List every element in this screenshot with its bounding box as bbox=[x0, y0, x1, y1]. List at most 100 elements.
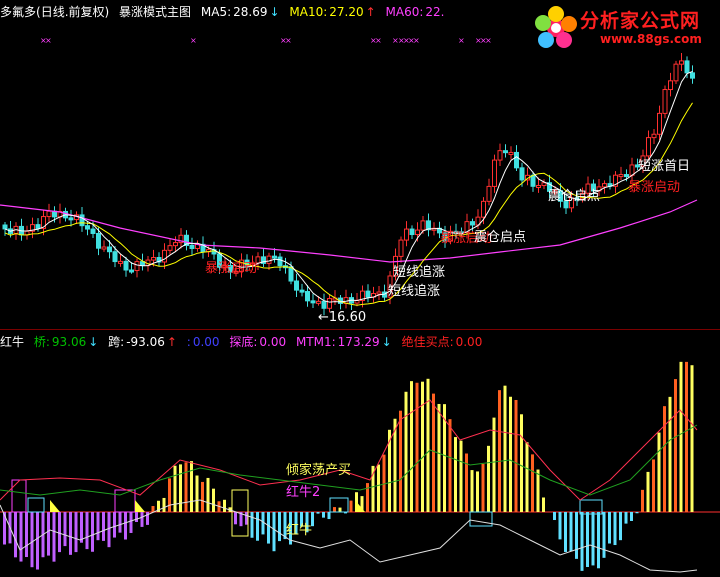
indicator-bar bbox=[575, 512, 578, 559]
indicator-bar bbox=[151, 506, 155, 512]
signal-x-marker: × bbox=[375, 36, 382, 45]
indicator-bar bbox=[91, 512, 94, 552]
indicator-bar bbox=[184, 462, 188, 512]
candle-body bbox=[266, 255, 272, 264]
candle-body bbox=[101, 246, 107, 250]
indicator-box bbox=[11, 479, 27, 513]
candle-body bbox=[536, 184, 541, 188]
candle-body bbox=[272, 255, 277, 259]
indicator-bar bbox=[525, 442, 529, 512]
first-day-label: 短涨首日 bbox=[638, 159, 691, 174]
candle-body bbox=[277, 256, 283, 267]
indicator-bar bbox=[674, 379, 677, 512]
indicator-bar bbox=[498, 390, 501, 512]
indicator-chart[interactable] bbox=[0, 330, 720, 577]
candle-body bbox=[662, 89, 668, 114]
indicator-bar bbox=[685, 361, 688, 512]
indicator-bar bbox=[602, 512, 606, 558]
indicator-bar bbox=[102, 512, 105, 541]
short-chase-label-2: 短线追涨 bbox=[388, 284, 441, 299]
candle-body bbox=[497, 150, 503, 161]
indicator-bar bbox=[657, 432, 661, 512]
indicator-bar bbox=[586, 512, 589, 568]
indicator-bar bbox=[641, 489, 644, 512]
candle-body bbox=[508, 151, 514, 155]
indicator-bar bbox=[432, 393, 435, 512]
candle-body bbox=[189, 244, 195, 249]
indicator-bar bbox=[322, 512, 325, 518]
indicator-bar bbox=[212, 488, 215, 512]
indicator-bar bbox=[162, 497, 166, 512]
candle-body bbox=[294, 280, 299, 291]
hongniu-label: 红牛 bbox=[286, 523, 313, 538]
indicator-bar bbox=[415, 382, 419, 512]
candle-body bbox=[90, 228, 96, 234]
candle-body bbox=[519, 167, 525, 181]
signal-x-marker: × bbox=[485, 36, 492, 45]
candle-body bbox=[409, 228, 415, 236]
candlesticks bbox=[2, 52, 695, 316]
candle-body bbox=[123, 260, 129, 271]
indicator-bar bbox=[256, 512, 259, 541]
indicator-bar bbox=[74, 512, 78, 553]
candle-body bbox=[376, 291, 382, 295]
indicator-bar bbox=[553, 512, 556, 521]
indicator-box bbox=[27, 497, 45, 513]
indicator-bar bbox=[58, 512, 61, 553]
rally-start-label-3: 暴涨启动 bbox=[628, 180, 681, 195]
indicator-bar bbox=[278, 512, 281, 542]
candle-body bbox=[492, 159, 497, 187]
candle-body bbox=[398, 239, 404, 257]
indicator-bar bbox=[503, 385, 507, 512]
short-chase-label-1: 短线追涨 bbox=[393, 265, 446, 280]
indicator-bar bbox=[542, 497, 545, 512]
indicator-bar bbox=[85, 512, 89, 550]
candle-body bbox=[365, 290, 371, 298]
indicator-bar bbox=[410, 381, 413, 512]
candle-body bbox=[481, 200, 486, 218]
candle-body bbox=[167, 245, 173, 251]
indicator-bar bbox=[470, 470, 474, 512]
candle-body bbox=[327, 298, 332, 309]
candle-body bbox=[668, 80, 673, 91]
indicator-bar bbox=[14, 512, 17, 558]
indicator-bar bbox=[179, 464, 182, 512]
candle-body bbox=[541, 182, 547, 186]
indicator-bar bbox=[437, 403, 441, 512]
indicator-bar bbox=[267, 512, 270, 544]
indicator-bar bbox=[338, 507, 342, 512]
candle-body bbox=[679, 60, 684, 65]
indicator-bar bbox=[272, 512, 276, 552]
indicator-red-line bbox=[0, 399, 698, 501]
candle-body bbox=[602, 183, 607, 188]
candle-body bbox=[96, 232, 101, 249]
indicator-bar bbox=[173, 465, 177, 512]
indicator-bar bbox=[36, 512, 39, 570]
indicator-bar bbox=[316, 512, 320, 514]
indicator-bar bbox=[580, 512, 584, 571]
indicator-green-line bbox=[0, 424, 698, 496]
candle-body bbox=[316, 300, 321, 304]
indicator-bar bbox=[327, 512, 331, 520]
buy-triangle-marker bbox=[50, 500, 60, 512]
signal-x-marker: × bbox=[458, 36, 465, 45]
signal-x-marker: × bbox=[45, 36, 52, 45]
indicator-bar bbox=[206, 477, 210, 512]
signal-x-marker: × bbox=[190, 36, 197, 45]
candle-body bbox=[657, 112, 662, 135]
indicator-bar bbox=[459, 440, 463, 512]
buy-triangle-marker bbox=[135, 500, 145, 512]
indicator-bar bbox=[333, 507, 336, 512]
signal-x-marker: × bbox=[285, 36, 292, 45]
indicator-bar bbox=[223, 499, 226, 512]
heavy-start-label-1: 震仓启点 bbox=[474, 230, 527, 245]
candle-body bbox=[420, 220, 426, 231]
low-price-label: ←16.60 bbox=[318, 310, 367, 325]
indicator-bar bbox=[520, 414, 523, 512]
candle-body bbox=[46, 210, 52, 218]
price-chart[interactable]: ×× × ×× ×× × ×××× × ××× bbox=[0, 0, 720, 330]
candle-body bbox=[151, 257, 156, 261]
candle-body bbox=[299, 289, 305, 293]
candle-body bbox=[305, 291, 310, 302]
indicator-bar bbox=[118, 512, 122, 533]
